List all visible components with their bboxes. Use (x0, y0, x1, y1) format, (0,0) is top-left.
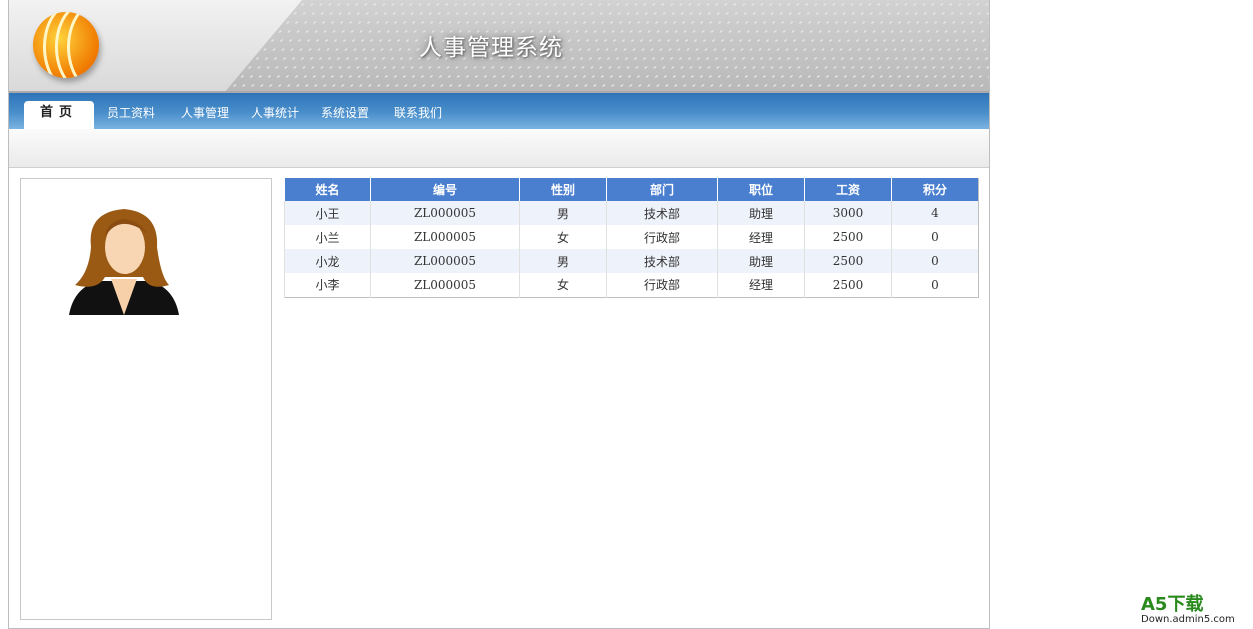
tab-home[interactable]: 首页 (24, 101, 94, 129)
table-cell: 4 (891, 201, 979, 225)
watermark-brand: A5下载 (1141, 594, 1204, 615)
table-cell: 经理 (717, 273, 805, 297)
column-header: 部门 (606, 178, 718, 201)
table-cell: 小龙 (284, 249, 371, 273)
table-cell: 2500 (804, 225, 892, 249)
table-cell: 小李 (284, 273, 371, 297)
table-cell: 经理 (717, 225, 805, 249)
table-cell: 小王 (284, 201, 371, 225)
profile-panel (20, 178, 272, 620)
table-cell: ZL000005 (370, 225, 520, 249)
table-cell: 行政部 (606, 273, 718, 297)
header-banner (224, 0, 989, 91)
table-header-row: 姓名 编号 性别 部门 职位 工资 积分 (284, 178, 979, 201)
table-row[interactable]: 小兰 ZL000005 女行政部 经理 2500 0 (284, 225, 979, 249)
column-header: 性别 (519, 178, 607, 201)
column-header: 工资 (804, 178, 892, 201)
table-cell: 行政部 (606, 225, 718, 249)
user-avatar-icon (69, 209, 179, 315)
table-cell: 女 (519, 225, 607, 249)
table-cell: 3000 (804, 201, 892, 225)
table-cell: 0 (891, 225, 979, 249)
tab-hr-management[interactable]: 人事管理 (181, 101, 229, 129)
app-title: 人事管理系统 (419, 35, 563, 61)
tab-contact-us[interactable]: 联系我们 (394, 101, 442, 129)
tab-hr-statistics[interactable]: 人事统计 (251, 101, 299, 129)
logo-icon (33, 12, 99, 78)
table-cell: 技术部 (606, 249, 718, 273)
header: 人事管理系统 (9, 0, 989, 93)
tab-system-settings[interactable]: 系统设置 (321, 101, 369, 129)
table-row[interactable]: 小龙 ZL000005 男技术部 助理 2500 0 (284, 249, 979, 273)
watermark: A5下载 Down.admin5.com (1141, 594, 1235, 626)
app-frame: 人事管理系统 首页 员工资料 人事管理 人事统计 系统设置 联系我们 姓名 编号性… (8, 0, 990, 629)
column-header: 编号 (370, 178, 520, 201)
tab-employee-info[interactable]: 员工资料 (107, 101, 155, 129)
table-row[interactable]: 小李 ZL000005 女行政部 经理 2500 0 (284, 273, 979, 297)
table-cell: 2500 (804, 249, 892, 273)
sub-toolbar (9, 129, 989, 168)
table-row[interactable]: 小王 ZL000005 男技术部 助理 3000 4 (284, 201, 979, 225)
table-cell: 0 (891, 273, 979, 297)
table-cell: 女 (519, 273, 607, 297)
table-cell: 2500 (804, 273, 892, 297)
table-cell: 小兰 (284, 225, 371, 249)
table-cell: 助理 (717, 249, 805, 273)
column-header: 姓名 (284, 178, 371, 201)
table-cell: 技术部 (606, 201, 718, 225)
employee-table: 姓名 编号 性别 部门 职位 工资 积分 小王 ZL000005 男技术部 助理 3000 4 小兰 ZL… (284, 178, 979, 298)
column-header: 职位 (717, 178, 805, 201)
table-cell: ZL000005 (370, 249, 520, 273)
table-cell: 助理 (717, 201, 805, 225)
watermark-url: Down.admin5.com (1141, 614, 1235, 625)
table-cell: 男 (519, 249, 607, 273)
table-cell: 0 (891, 249, 979, 273)
table-cell: ZL000005 (370, 201, 520, 225)
column-header: 积分 (891, 178, 979, 201)
table-cell: ZL000005 (370, 273, 520, 297)
main-nav: 首页 员工资料 人事管理 人事统计 系统设置 联系我们 (9, 93, 989, 129)
table-cell: 男 (519, 201, 607, 225)
